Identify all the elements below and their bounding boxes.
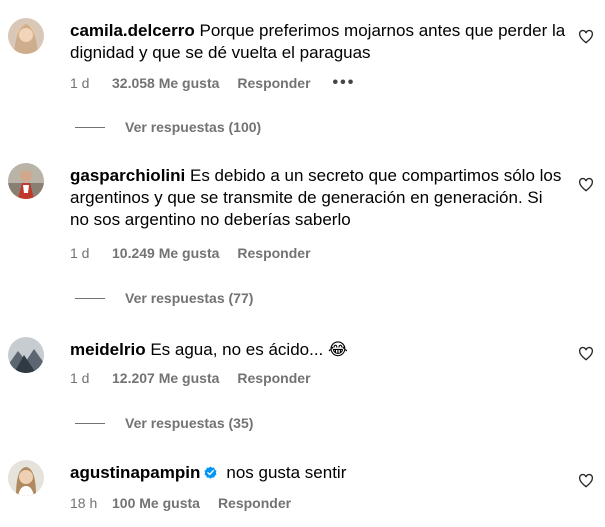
verified-badge-icon xyxy=(204,466,217,479)
comment-meta: 18 h 100 Me gusta Responder xyxy=(70,495,291,511)
comment-meta: 1 d 10.249 Me gusta Responder xyxy=(70,245,311,261)
comment-username[interactable]: meidelrio xyxy=(70,340,146,359)
comment-age[interactable]: 1 d xyxy=(70,370,112,386)
avatar[interactable] xyxy=(8,163,44,199)
reply-button[interactable]: Responder xyxy=(237,245,310,261)
replies-divider xyxy=(75,422,105,424)
heart-outline-icon[interactable] xyxy=(578,177,594,193)
comment-age[interactable]: 1 d xyxy=(70,245,112,261)
reply-button[interactable]: Responder xyxy=(218,495,291,511)
comment-username[interactable]: camila.delcerro xyxy=(70,21,195,40)
comment-text: nos gusta sentir xyxy=(226,463,347,482)
heart-outline-icon[interactable] xyxy=(578,346,594,362)
comment-body: gasparchiolini Es debido a un secreto qu… xyxy=(70,165,565,231)
replies-divider xyxy=(75,126,105,128)
comment-likes[interactable]: 10.249 Me gusta xyxy=(112,245,219,261)
heart-outline-icon[interactable] xyxy=(578,473,594,489)
view-replies-button[interactable]: Ver respuestas (100) xyxy=(75,119,261,135)
comment-age[interactable]: 18 h xyxy=(70,495,112,511)
comment-likes[interactable]: 100 Me gusta xyxy=(112,495,200,511)
comment-body: agustinapampin nos gusta sentir xyxy=(70,462,570,484)
view-replies-label: Ver respuestas (77) xyxy=(125,290,254,306)
comment-username[interactable]: gasparchiolini xyxy=(70,166,185,185)
comment-text: Es agua, no es ácido... 😂 xyxy=(150,340,348,359)
reply-button[interactable]: Responder xyxy=(237,75,310,91)
comment-body: meidelrio Es agua, no es ácido... 😂 xyxy=(70,339,570,361)
comment-age[interactable]: 1 d xyxy=(70,75,112,91)
avatar[interactable] xyxy=(8,460,44,496)
more-options-icon[interactable]: ••• xyxy=(333,74,356,92)
replies-divider xyxy=(75,297,105,299)
comment-meta: 1 d 32.058 Me gusta Responder ••• xyxy=(70,74,355,92)
comment-body: camila.delcerro Porque preferimos mojarn… xyxy=(70,20,570,64)
avatar[interactable] xyxy=(8,337,44,373)
view-replies-button[interactable]: Ver respuestas (35) xyxy=(75,415,253,431)
heart-outline-icon[interactable] xyxy=(578,29,594,45)
view-replies-label: Ver respuestas (35) xyxy=(125,415,254,431)
view-replies-button[interactable]: Ver respuestas (77) xyxy=(75,290,253,306)
comment-username[interactable]: agustinapampin xyxy=(70,463,200,482)
comment-likes[interactable]: 12.207 Me gusta xyxy=(112,370,219,386)
view-replies-label: Ver respuestas (100) xyxy=(125,119,262,135)
comment-meta: 1 d 12.207 Me gusta Responder xyxy=(70,370,311,386)
comment-likes[interactable]: 32.058 Me gusta xyxy=(112,75,219,91)
avatar[interactable] xyxy=(8,18,44,54)
reply-button[interactable]: Responder xyxy=(237,370,310,386)
